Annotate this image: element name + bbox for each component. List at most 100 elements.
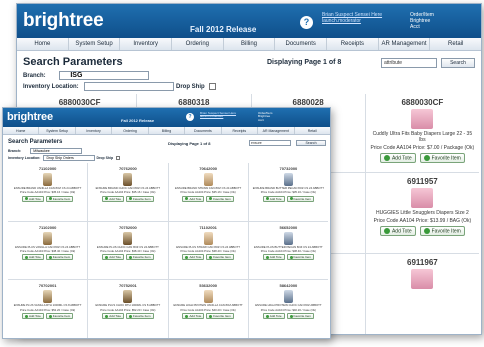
product-code[interactable]: 70752000	[88, 225, 167, 230]
product-code[interactable]: 70752001	[88, 283, 167, 288]
product-code[interactable]: 71102000	[8, 166, 87, 171]
add-tote-button[interactable]: Add Tote	[102, 313, 125, 320]
location-select[interactable]: Drop Ship Orders	[43, 155, 96, 161]
product-image[interactable]	[283, 290, 293, 304]
add-tote-button[interactable]: Add Tote	[21, 195, 44, 202]
favorite-item-button[interactable]: Favorite Item	[419, 153, 465, 164]
favorite-item-button[interactable]: Favorite Item	[286, 313, 315, 320]
user-link-logout[interactable]: launch.moderator	[200, 114, 236, 118]
add-tote-button[interactable]: Add Tote	[182, 313, 205, 320]
nav-receipts[interactable]: Receipts	[327, 38, 379, 50]
product-code[interactable]: 71102001	[169, 225, 248, 230]
dropship-checkbox[interactable]	[116, 156, 121, 160]
search-button[interactable]: Search	[441, 58, 475, 68]
help-icon[interactable]: ?	[186, 113, 194, 121]
product-image[interactable]	[203, 173, 213, 186]
product-code[interactable]: 6880030CF	[23, 98, 136, 107]
product-image[interactable]	[123, 231, 133, 245]
nav-billing[interactable]: Billing	[149, 127, 186, 134]
add-tote-label: Add Tote	[189, 314, 202, 319]
help-icon[interactable]: ?	[300, 16, 313, 29]
product-code[interactable]: 70642000	[169, 166, 248, 171]
product-code[interactable]: 71102000	[8, 225, 87, 230]
product-code[interactable]: 6911967	[366, 258, 479, 267]
dropship-checkbox[interactable]	[209, 83, 217, 90]
nav-retail[interactable]: Retail	[430, 38, 481, 50]
add-tote-button[interactable]: Add Tote	[262, 195, 285, 202]
search-button[interactable]: Search	[296, 140, 326, 146]
favorite-item-button[interactable]: Favorite Item	[45, 195, 74, 202]
favorite-item-button[interactable]: Favorite Item	[419, 226, 465, 237]
product-image[interactable]	[43, 290, 53, 304]
nav-inventory[interactable]: Inventory	[76, 127, 113, 134]
product-image[interactable]	[43, 231, 53, 245]
user-links[interactable]: Brian Suspect Sensei Here launch.moderat…	[200, 111, 236, 119]
product-code[interactable]: 58642000	[249, 283, 328, 288]
favorite-item-button[interactable]: Favorite Item	[206, 313, 234, 320]
nav-receipts[interactable]: Receipts	[222, 127, 259, 134]
favorite-item-button[interactable]: Favorite Item	[286, 254, 315, 261]
nav-inventory[interactable]: Inventory	[120, 38, 173, 50]
product-code[interactable]: 6880028	[252, 98, 365, 107]
product-image[interactable]	[411, 269, 434, 289]
nav-ordering[interactable]: Ordering	[172, 38, 224, 50]
add-tote-button[interactable]: Add Tote	[182, 254, 205, 261]
branch-row: Branch: ISG	[23, 71, 150, 80]
favorite-item-button[interactable]: Favorite Item	[286, 195, 315, 202]
product-image[interactable]	[283, 231, 293, 245]
favorite-item-button[interactable]: Favorite Item	[206, 254, 234, 261]
add-tote-button[interactable]: Add Tote	[21, 254, 44, 261]
nav-retail[interactable]: Retail	[295, 127, 330, 134]
nav-ordering[interactable]: Ordering	[112, 127, 149, 134]
add-tote-button[interactable]: Add Tote	[262, 254, 285, 261]
nav-system-setup[interactable]: System Setup	[39, 127, 76, 134]
product-code[interactable]: 6911957	[366, 177, 479, 186]
brightree-logo[interactable]: brightree	[7, 111, 53, 123]
nav-ar-management[interactable]: AR Management	[379, 38, 431, 50]
product-image[interactable]	[123, 290, 133, 304]
product-code[interactable]: 70732000	[249, 166, 328, 171]
favorite-item-button[interactable]: Favorite Item	[206, 195, 234, 202]
product-code[interactable]: 56652000	[249, 225, 328, 230]
nav-documents[interactable]: Documents	[275, 38, 328, 50]
nav-billing[interactable]: Billing	[224, 38, 276, 50]
nav-documents[interactable]: Documents	[185, 127, 222, 134]
product-code[interactable]: 53632000	[169, 283, 248, 288]
favorite-item-button[interactable]: Favorite Item	[45, 254, 74, 261]
branch-select[interactable]: Milwaukee	[30, 148, 83, 154]
nav-home[interactable]: Home	[3, 127, 40, 134]
favorite-item-button[interactable]: Favorite Item	[126, 195, 154, 202]
search-input[interactable]: ensure	[249, 140, 291, 146]
search-input[interactable]: attribute	[381, 58, 437, 68]
user-link-logout[interactable]: launch.moderator	[322, 18, 382, 25]
product-image[interactable]	[283, 173, 293, 186]
nav-ar-management[interactable]: AR Management	[258, 127, 295, 134]
product-code[interactable]: 6880030CF	[366, 98, 479, 107]
add-tote-button[interactable]: Add Tote	[102, 254, 125, 261]
product-image[interactable]	[43, 173, 53, 186]
add-tote-button[interactable]: Add Tote	[182, 195, 205, 202]
nav-system-setup[interactable]: System Setup	[69, 38, 121, 50]
add-tote-button[interactable]: Add Tote	[262, 313, 285, 320]
add-tote-button[interactable]: Add Tote	[21, 313, 44, 320]
product-image[interactable]	[411, 109, 434, 129]
product-code[interactable]: 70702001	[8, 283, 87, 288]
product-image[interactable]	[203, 231, 213, 245]
add-tote-button[interactable]: Add Tote	[379, 226, 416, 237]
product-image[interactable]	[411, 188, 434, 208]
user-links[interactable]: Brian Suspect Sensei Here launch.moderat…	[322, 12, 382, 25]
product-code[interactable]: 70762000	[88, 166, 167, 171]
location-select[interactable]	[84, 82, 175, 91]
add-tote-button[interactable]: Add Tote	[379, 153, 416, 164]
product-image[interactable]	[203, 290, 213, 304]
add-tote-button[interactable]: Add Tote	[102, 195, 125, 202]
brightree-logo[interactable]: brightree	[23, 10, 104, 32]
nav-home[interactable]: Home	[17, 38, 69, 50]
branch-select[interactable]: ISG	[59, 71, 150, 80]
product-image[interactable]	[123, 173, 133, 186]
product-code[interactable]: 6880318	[137, 98, 250, 107]
favorite-item-button[interactable]: Favorite Item	[126, 313, 154, 320]
favorite-item-button[interactable]: Favorite Item	[126, 254, 154, 261]
location-label: Inventory Location:	[8, 155, 41, 160]
favorite-item-button[interactable]: Favorite Item	[45, 313, 74, 320]
